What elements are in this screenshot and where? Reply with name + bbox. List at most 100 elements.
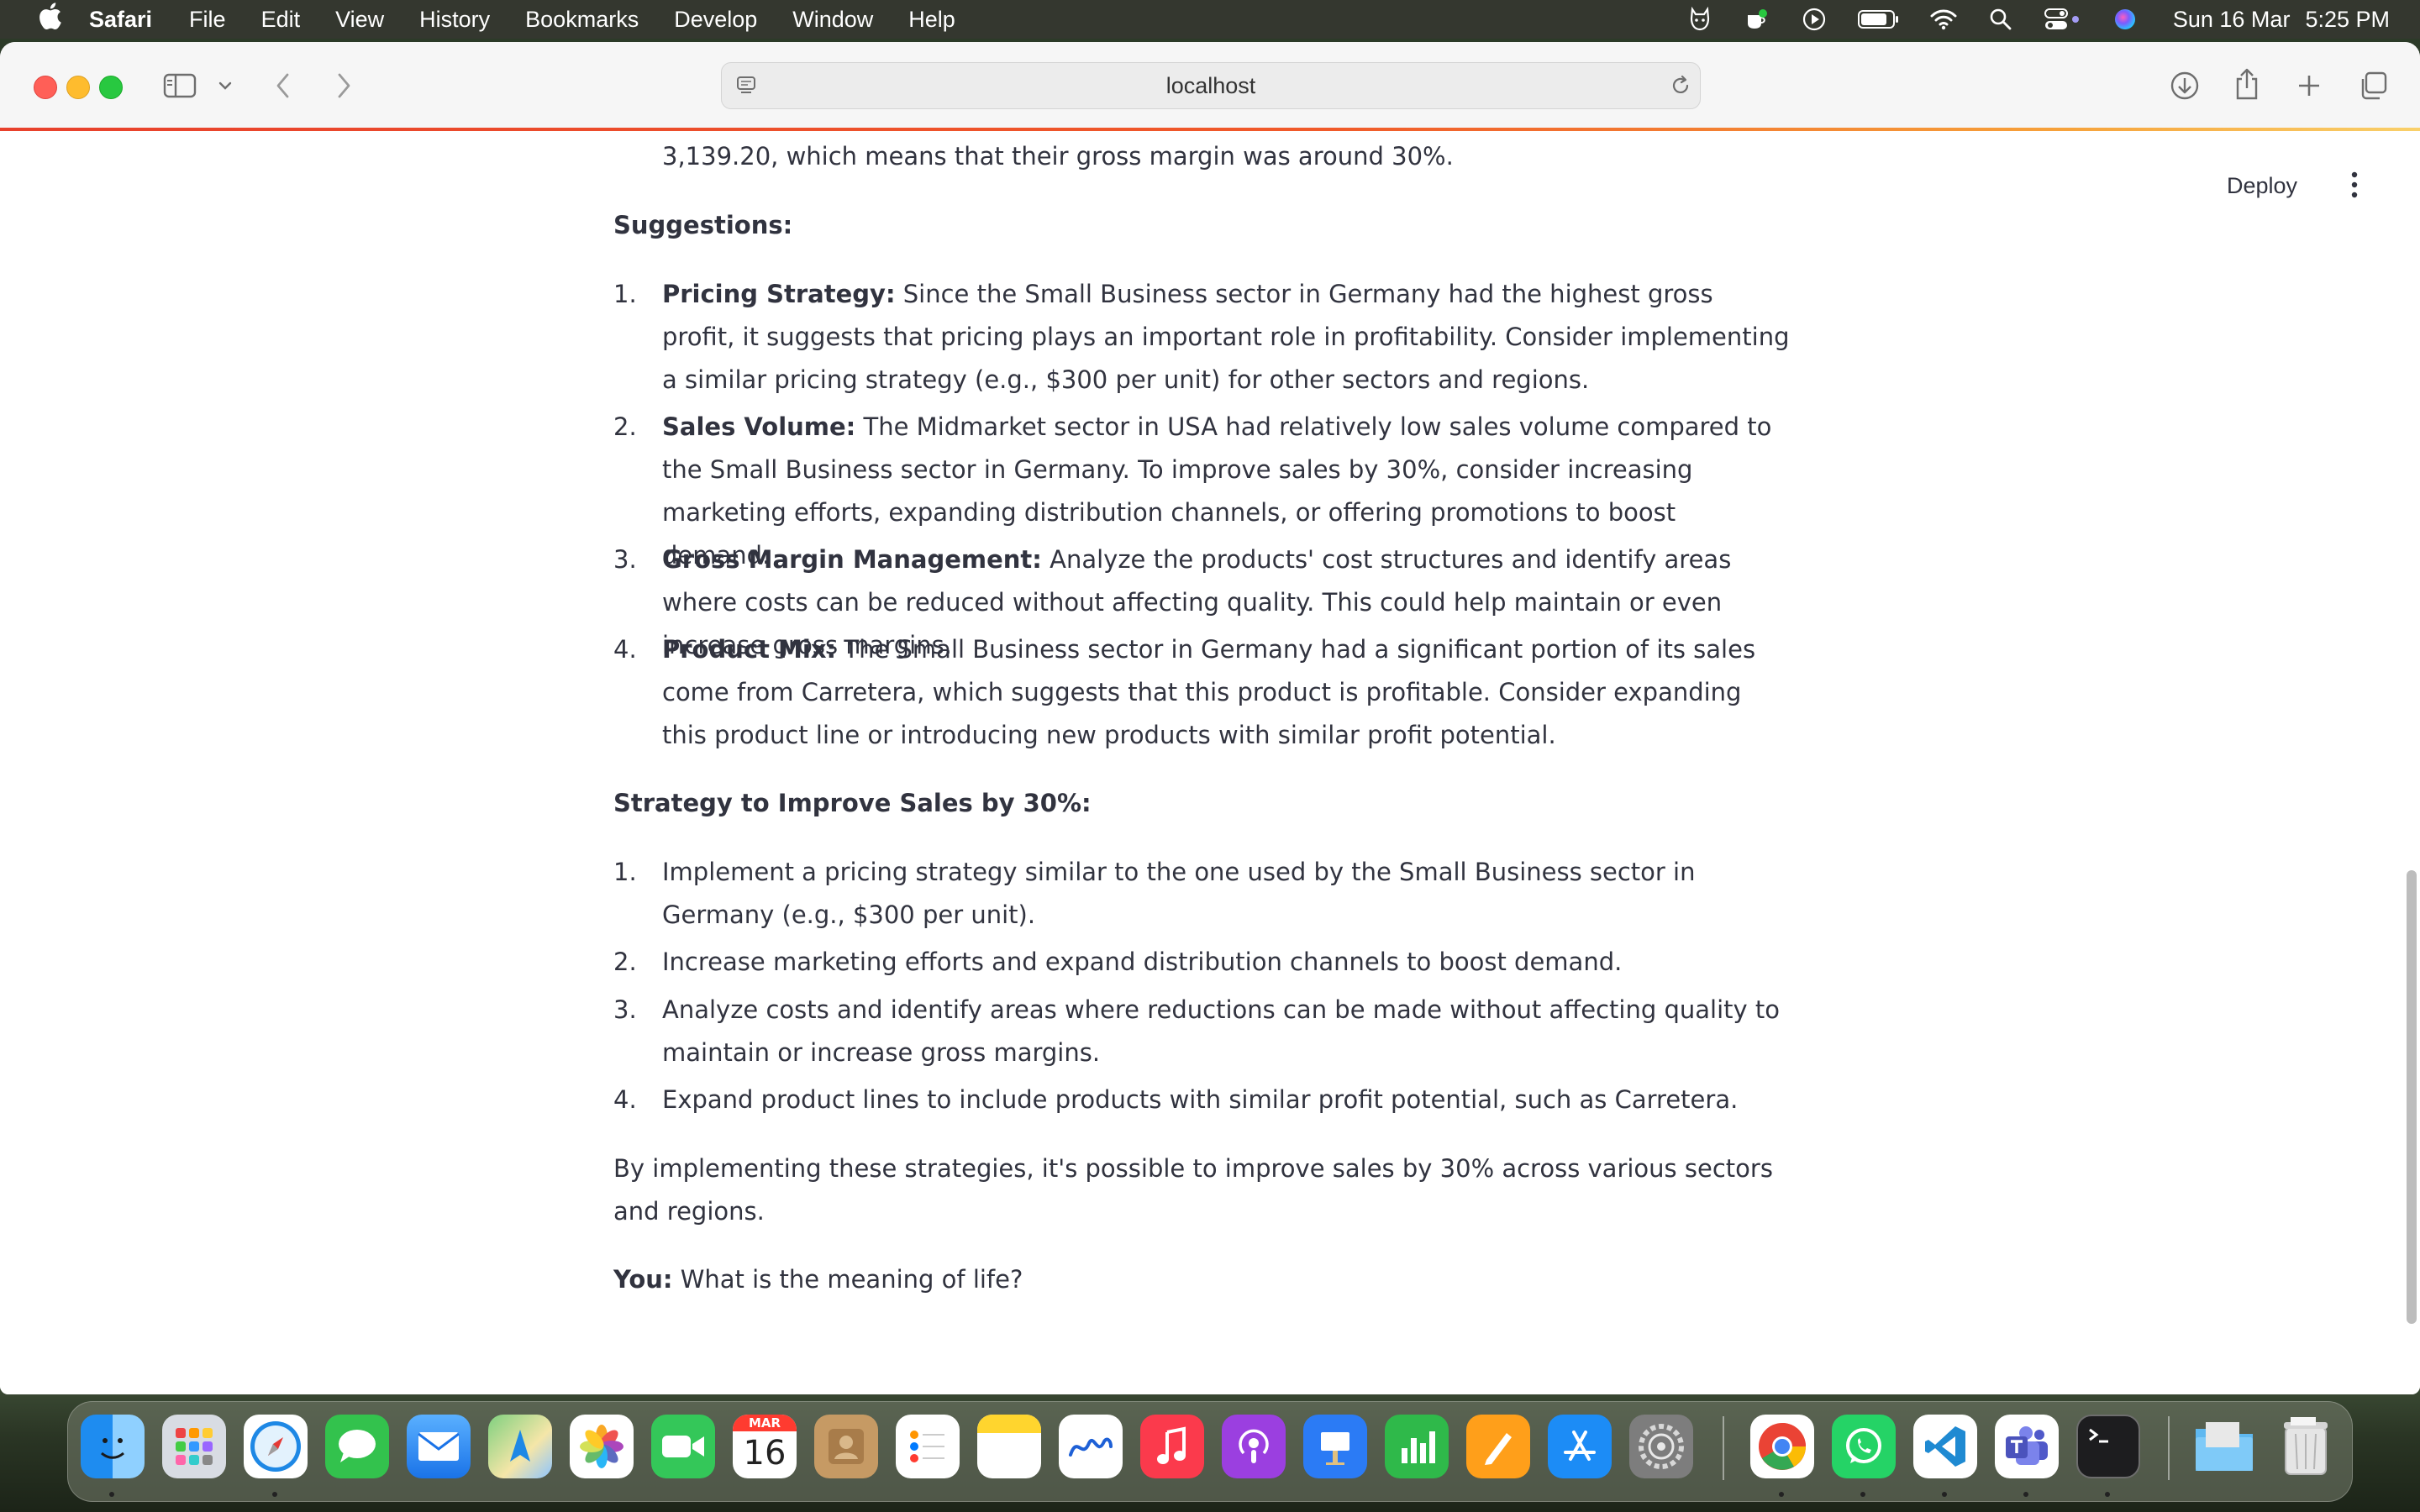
siri-icon[interactable] (2111, 7, 2139, 32)
list-text: Implement a pricing strategy similar to … (662, 858, 1696, 929)
reminders-icon[interactable] (896, 1415, 960, 1478)
tab-overview-icon[interactable] (2356, 69, 2390, 102)
pages-icon[interactable] (1466, 1415, 1530, 1478)
menu-develop[interactable]: Develop (674, 7, 757, 33)
list-text: Pricing Strategy: Since the Small Busine… (662, 280, 1790, 394)
conclusion-text: By implementing these strategies, it's p… (613, 1154, 1773, 1226)
web-page: Deploy 3,139.20, which means that their … (0, 131, 2420, 1394)
address-bar[interactable]: localhost (721, 62, 1701, 109)
user-label: You: (613, 1265, 673, 1294)
list-number: 3. (613, 995, 637, 1024)
dock-separator (2168, 1416, 2170, 1480)
intro-text-tail: 3,139.20, which means that their gross m… (662, 142, 1454, 171)
safari-running-indicator (272, 1492, 277, 1497)
list-number: 1. (613, 858, 637, 886)
page-scrollbar[interactable] (2407, 870, 2417, 1324)
freeform-icon[interactable] (1059, 1415, 1123, 1478)
chevron-down-icon[interactable] (217, 76, 234, 96)
window-close-button[interactable] (34, 76, 57, 99)
list-number: 2. (613, 412, 637, 441)
keynote-icon[interactable] (1303, 1415, 1367, 1478)
messages-icon[interactable] (325, 1415, 389, 1478)
forward-arrow-icon[interactable] (331, 71, 356, 101)
apple-menu-icon[interactable] (32, 2, 67, 37)
podcasts-icon[interactable] (1222, 1415, 1286, 1478)
mail-icon[interactable] (407, 1415, 471, 1478)
menu-app-safari[interactable]: Safari (89, 7, 152, 33)
window-zoom-button[interactable] (99, 76, 123, 99)
cat-status-icon[interactable] (1686, 7, 1714, 32)
list-number: 4. (613, 635, 637, 664)
list-number: 2. (613, 948, 637, 976)
whatsapp-icon[interactable] (1832, 1415, 1896, 1478)
whatsapp-running-indicator (1860, 1492, 1865, 1497)
tea-status-icon[interactable] (1743, 7, 1771, 32)
terminal-running-indicator (2105, 1492, 2110, 1497)
calendar-day: 16 (743, 1434, 786, 1473)
list-text: Analyze costs and identify areas where r… (662, 995, 1780, 1067)
downloads-folder-icon[interactable] (2192, 1415, 2256, 1478)
menu-edit[interactable]: Edit (261, 7, 301, 33)
app-store-icon[interactable] (1548, 1415, 1612, 1478)
list-text: Increase marketing efforts and expand di… (662, 948, 1623, 976)
menu-bar-date: Sun 16 Mar (2172, 6, 2291, 32)
user-message-text: What is the meaning of life? (672, 1265, 1023, 1294)
list-text: Product Mix: The Small Business sector i… (662, 635, 1756, 749)
strategy-heading: Strategy to Improve Sales by 30%: (613, 789, 1092, 817)
vscode-running-indicator (1942, 1492, 1947, 1497)
spotlight-search-icon[interactable] (1986, 7, 2015, 32)
notes-icon[interactable] (977, 1415, 1041, 1478)
chrome-running-indicator (1779, 1492, 1784, 1497)
back-arrow-icon[interactable] (271, 71, 296, 101)
calendar-month: MAR (733, 1415, 797, 1431)
reload-icon[interactable] (1668, 73, 1693, 98)
maps-icon[interactable] (488, 1415, 552, 1478)
downloads-icon[interactable] (2168, 69, 2202, 102)
safari-window: localhost Deploy 3,139.20, which means t… (0, 42, 2420, 1394)
browser-toolbar: localhost (0, 42, 2420, 130)
list-number: 1. (613, 280, 637, 308)
finder-running-indicator (109, 1492, 114, 1497)
deploy-button[interactable]: Deploy (2227, 173, 2297, 199)
list-number: 4. (613, 1085, 637, 1114)
more-options-icon[interactable] (2346, 168, 2363, 202)
teams-icon[interactable] (1995, 1415, 2059, 1478)
menu-view[interactable]: View (335, 7, 384, 33)
list-text: Expand product lines to include products… (662, 1085, 1739, 1114)
sidebar-toggle-icon[interactable] (161, 71, 198, 101)
suggestions-heading: Suggestions: (613, 211, 793, 239)
numbers-icon[interactable] (1385, 1415, 1449, 1478)
menu-file[interactable]: File (189, 7, 226, 33)
menu-help[interactable]: Help (908, 7, 955, 33)
list-number: 3. (613, 545, 637, 574)
play-status-icon[interactable] (1800, 7, 1828, 32)
window-minimize-button[interactable] (66, 76, 90, 99)
control-center-icon[interactable] (2044, 7, 2082, 32)
menu-bar-time: 5:25 PM (2305, 6, 2390, 32)
address-url: localhost (1165, 73, 1256, 98)
system-settings-icon[interactable] (1629, 1415, 1693, 1478)
menu-window[interactable]: Window (792, 7, 873, 33)
user-chat-message: You: What is the meaning of life? (613, 1258, 1023, 1301)
wifi-icon[interactable] (1929, 7, 1958, 32)
menu-history[interactable]: History (419, 7, 490, 33)
chrome-icon[interactable] (1750, 1415, 1814, 1478)
menu-bar-clock[interactable]: Sun 16 Mar 5:25 PM (2173, 7, 2390, 33)
facetime-icon[interactable] (651, 1415, 715, 1478)
trash-icon[interactable] (2274, 1415, 2338, 1478)
launchpad-icon[interactable] (162, 1415, 226, 1478)
teams-running-indicator (2023, 1492, 2028, 1497)
new-tab-plus-icon[interactable] (2294, 71, 2324, 101)
music-icon[interactable] (1140, 1415, 1204, 1478)
share-icon[interactable] (2232, 66, 2262, 102)
finder-icon[interactable] (81, 1415, 145, 1478)
photos-icon[interactable] (570, 1415, 634, 1478)
vscode-icon[interactable] (1913, 1415, 1977, 1478)
terminal-icon[interactable] (2076, 1415, 2140, 1478)
contacts-icon[interactable] (814, 1415, 878, 1478)
menu-bookmarks[interactable]: Bookmarks (525, 7, 639, 33)
calendar-icon[interactable]: MAR 16 (733, 1415, 797, 1478)
menu-bar: Safari File Edit View History Bookmarks … (0, 0, 2420, 39)
safari-icon[interactable] (244, 1415, 308, 1478)
battery-icon[interactable] (1857, 7, 1901, 32)
